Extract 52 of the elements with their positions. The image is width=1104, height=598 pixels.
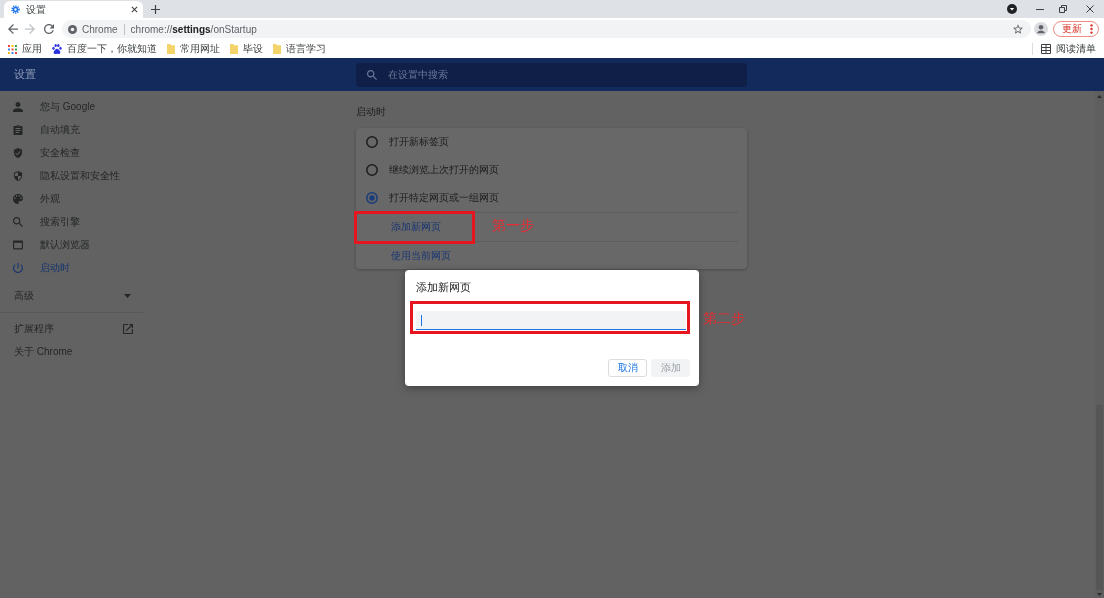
- gear-icon: [11, 5, 20, 14]
- more-icon: [1090, 24, 1093, 34]
- back-arrow-icon[interactable]: [8, 24, 18, 34]
- url-text: chrome://settings/onStartup: [130, 23, 257, 35]
- restore-icon[interactable]: [1059, 5, 1067, 13]
- clipboard-icon: [13, 124, 23, 135]
- browser-tab[interactable]: 设置: [4, 1, 143, 18]
- bookmark-item[interactable]: 语言学习: [273, 41, 326, 57]
- star-icon[interactable]: [1013, 24, 1023, 34]
- page-title: 设置: [13, 67, 36, 82]
- apps-grid-icon: [8, 44, 17, 54]
- paw-icon: [52, 44, 62, 54]
- update-button[interactable]: 更新: [1053, 21, 1099, 37]
- dot-circle-icon: [68, 24, 77, 34]
- half-shield-icon: [13, 170, 23, 181]
- advanced-toggle[interactable]: 高级: [0, 282, 145, 310]
- reload-icon[interactable]: [44, 24, 54, 34]
- dialog-title: 添加新网页: [416, 280, 471, 294]
- site-label: Chrome: [82, 23, 118, 35]
- annotation-label: 第一步: [492, 217, 534, 233]
- bookmark-item[interactable]: 毕设: [230, 41, 263, 57]
- search-field[interactable]: 在设置中搜索: [356, 62, 747, 87]
- bookmark-item[interactable]: 常用网址: [167, 41, 220, 57]
- bookmark-item[interactable]: 百度一下，你就知道: [52, 41, 157, 57]
- caret-circle-icon[interactable]: [1007, 4, 1017, 14]
- bookmark-item[interactable]: 应用: [8, 41, 42, 57]
- folder-icon: [273, 44, 281, 54]
- action-link[interactable]: 使用当前网页: [391, 248, 451, 263]
- palette-icon: [13, 193, 23, 204]
- cancel-button[interactable]: 取消: [608, 359, 647, 377]
- radio-button[interactable]: [366, 136, 378, 148]
- shield-check-icon: [13, 147, 23, 158]
- address-bar[interactable]: Chrome chrome://settings/onStartup: [62, 20, 1031, 38]
- person-icon: [13, 101, 23, 112]
- search-icon: [13, 216, 23, 227]
- folder-icon: [230, 44, 238, 54]
- close-icon[interactable]: [131, 6, 138, 13]
- avatar-icon[interactable]: [1034, 22, 1048, 36]
- search-icon: [367, 69, 377, 80]
- plus-icon[interactable]: [151, 4, 160, 14]
- reading-list-button[interactable]: 阅读清单: [1041, 41, 1096, 57]
- close-icon[interactable]: [1086, 5, 1094, 13]
- window-icon: [13, 239, 23, 250]
- folder-icon: [167, 44, 175, 54]
- power-icon: [13, 262, 23, 273]
- option-label: 打开新标签页: [389, 135, 449, 149]
- annotation-label: 第二步: [703, 310, 745, 326]
- url-input-field[interactable]: [416, 311, 686, 330]
- sidebar-item[interactable]: 启动时: [0, 256, 145, 279]
- radio-button[interactable]: [366, 192, 378, 204]
- radio-button[interactable]: [366, 164, 378, 176]
- action-link[interactable]: 添加新网页: [391, 220, 441, 234]
